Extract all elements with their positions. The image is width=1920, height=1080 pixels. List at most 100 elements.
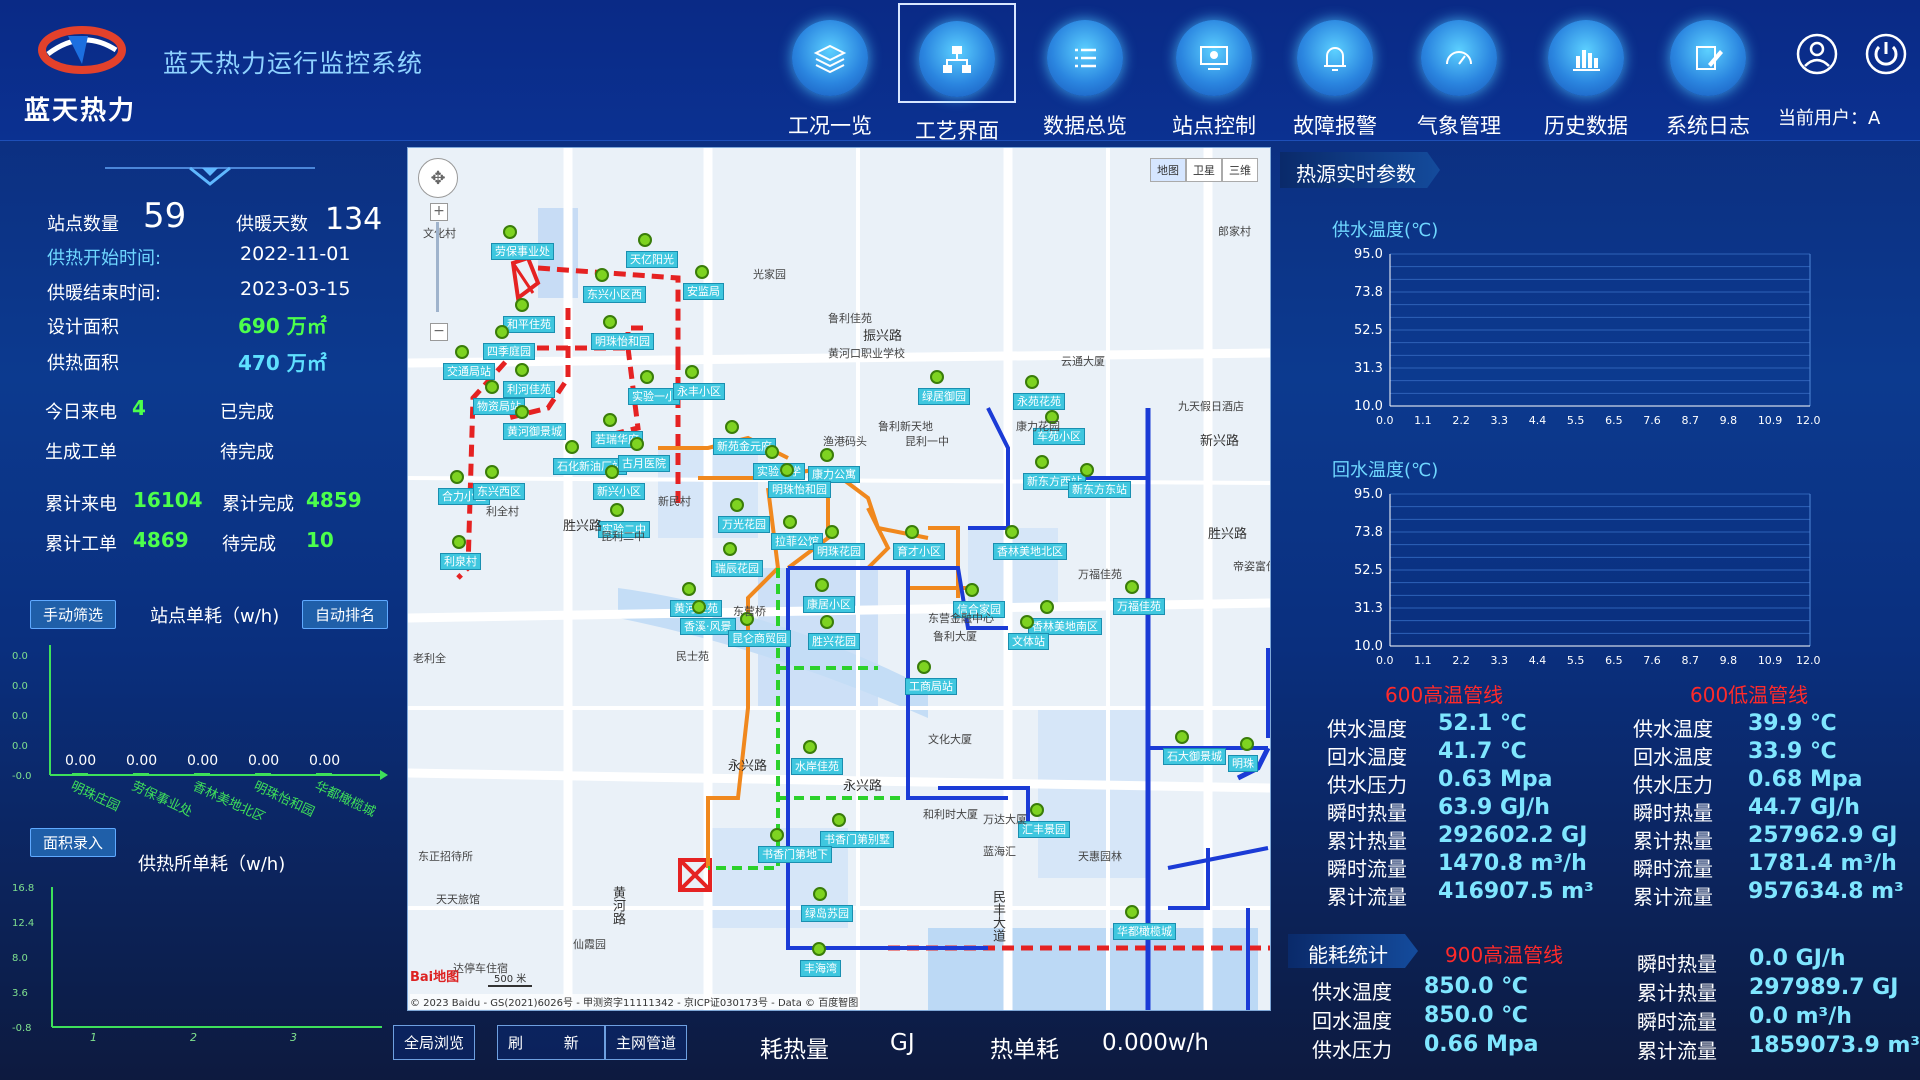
station-pin-icon[interactable] [515,405,529,419]
station-tag[interactable]: 水岸佳苑 [791,758,843,775]
station-pin-icon[interactable] [515,298,529,312]
station-pin-icon[interactable] [905,525,919,539]
station-pin-icon[interactable] [917,660,931,674]
station-tag[interactable]: 和平住苑 [503,316,555,333]
station-pin-icon[interactable] [730,498,744,512]
station-tag[interactable]: 华都橄榄城 [1113,923,1176,940]
zoom-in-button[interactable]: + [430,203,448,221]
station-tag[interactable]: 丰海湾 [800,960,841,977]
station-tag[interactable]: 石大御景城 [1163,748,1226,765]
station-pin-icon[interactable] [930,370,944,384]
nav-button-6[interactable]: 历史数据 [1527,4,1645,138]
station-pin-icon[interactable] [1030,803,1044,817]
nav-button-1[interactable]: 工艺界面 [898,3,1016,143]
auto-rank-button[interactable]: 自动排名 [302,600,389,629]
station-pin-icon[interactable] [820,615,834,629]
station-pin-icon[interactable] [725,420,739,434]
station-pin-icon[interactable] [1035,455,1049,469]
station-tag[interactable]: 实验中学 [753,463,805,480]
area-entry-button[interactable]: 面积录入 [30,828,117,857]
map-view[interactable]: 劳保事业处 天亿阳光 安监局 东兴小区西 和平住苑 明珠怡和园 四季庭园 交通局站 利河佳苑 实验… [407,147,1271,1011]
station-tag[interactable]: 绿岛苏园 [801,905,853,922]
station-pin-icon[interactable] [1025,375,1039,389]
station-pin-icon[interactable] [503,225,517,239]
station-pin-icon[interactable] [452,535,466,549]
nav-button-5[interactable]: 气象管理 [1400,4,1518,138]
station-tag[interactable]: 东兴西区 [473,483,525,500]
station-tag[interactable]: 工商局站 [905,678,957,695]
station-tag[interactable]: 明珠怡和园 [591,333,654,350]
station-tag[interactable]: 明珠怡和园 [768,481,831,498]
station-tag[interactable]: 永苑花苑 [1013,393,1065,410]
manual-filter-button[interactable]: 手动筛选 [30,600,117,629]
nav-button-4[interactable]: 故障报警 [1276,4,1394,138]
zoom-out-button[interactable]: − [430,323,448,341]
station-pin-icon[interactable] [765,445,779,459]
station-tag[interactable]: 劳保事业处 [491,243,554,260]
station-tag[interactable]: 昆仑商贸园 [728,630,791,647]
station-tag[interactable]: 利泉村 [440,553,481,570]
user-icon[interactable] [1795,32,1839,76]
station-pin-icon[interactable] [780,463,794,477]
station-tag[interactable]: 新东方东站 [1068,481,1131,498]
station-tag[interactable]: 文体站 [1008,633,1049,650]
station-pin-icon[interactable] [638,233,652,247]
station-tag[interactable]: 育才小区 [893,543,945,560]
station-pin-icon[interactable] [603,315,617,329]
station-pin-icon[interactable] [832,813,846,827]
station-pin-icon[interactable] [565,440,579,454]
station-pin-icon[interactable] [595,268,609,282]
main-pipe-button[interactable]: 主网管道 [605,1025,688,1060]
refresh-button[interactable]: 刷 新 [497,1025,605,1060]
station-pin-icon[interactable] [485,380,499,394]
station-pin-icon[interactable] [1040,600,1054,614]
station-pin-icon[interactable] [1175,730,1189,744]
station-tag[interactable]: 康居小区 [803,596,855,613]
station-tag[interactable]: 新兴小区 [593,483,645,500]
station-pin-icon[interactable] [640,370,654,384]
map-pan-control[interactable]: ✥ [418,158,458,198]
station-pin-icon[interactable] [1080,463,1094,477]
station-tag[interactable]: 古月医院 [618,455,670,472]
station-pin-icon[interactable] [1005,525,1019,539]
station-tag[interactable]: 万福佳苑 [1113,598,1165,615]
station-pin-icon[interactable] [455,345,469,359]
station-tag[interactable]: 明珠花园 [813,543,865,560]
nav-button-2[interactable]: 数据总览 [1026,4,1144,138]
station-tag[interactable]: 天亿阳光 [626,251,678,268]
station-pin-icon[interactable] [1240,737,1254,751]
station-tag[interactable]: 明珠 [1228,755,1258,772]
station-tag[interactable]: 东兴小区西 [583,286,646,303]
map-type-button[interactable]: 三维 [1222,158,1258,182]
station-pin-icon[interactable] [682,582,696,596]
station-pin-icon[interactable] [723,542,737,556]
station-pin-icon[interactable] [485,465,499,479]
map-type-button[interactable]: 卫星 [1186,158,1222,182]
map-type-button[interactable]: 地图 [1150,158,1186,182]
station-pin-icon[interactable] [450,470,464,484]
station-tag[interactable]: 瑞辰花园 [711,560,763,577]
global-view-button[interactable]: 全局浏览 [393,1025,476,1060]
station-tag[interactable]: 黄河御景城 [503,423,566,440]
station-tag[interactable]: 香林美地北区 [993,543,1067,560]
station-pin-icon[interactable] [813,887,827,901]
station-tag[interactable]: 四季庭园 [483,343,535,360]
station-tag[interactable]: 利河佳苑 [503,381,555,398]
station-pin-icon[interactable] [610,503,624,517]
station-tag[interactable]: 万光花园 [718,516,770,533]
nav-button-7[interactable]: 系统日志 [1649,4,1767,138]
station-pin-icon[interactable] [1125,580,1139,594]
station-pin-icon[interactable] [825,525,839,539]
station-pin-icon[interactable] [815,578,829,592]
station-pin-icon[interactable] [495,325,509,339]
station-pin-icon[interactable] [965,583,979,597]
station-pin-icon[interactable] [1125,905,1139,919]
station-pin-icon[interactable] [605,465,619,479]
station-pin-icon[interactable] [515,363,529,377]
station-tag[interactable]: 绿居御园 [918,388,970,405]
station-pin-icon[interactable] [803,740,817,754]
station-pin-icon[interactable] [770,828,784,842]
station-tag[interactable]: 胜兴花园 [808,633,860,650]
station-tag[interactable]: 交通局站 [443,363,495,380]
nav-button-3[interactable]: 站点控制 [1155,4,1273,138]
